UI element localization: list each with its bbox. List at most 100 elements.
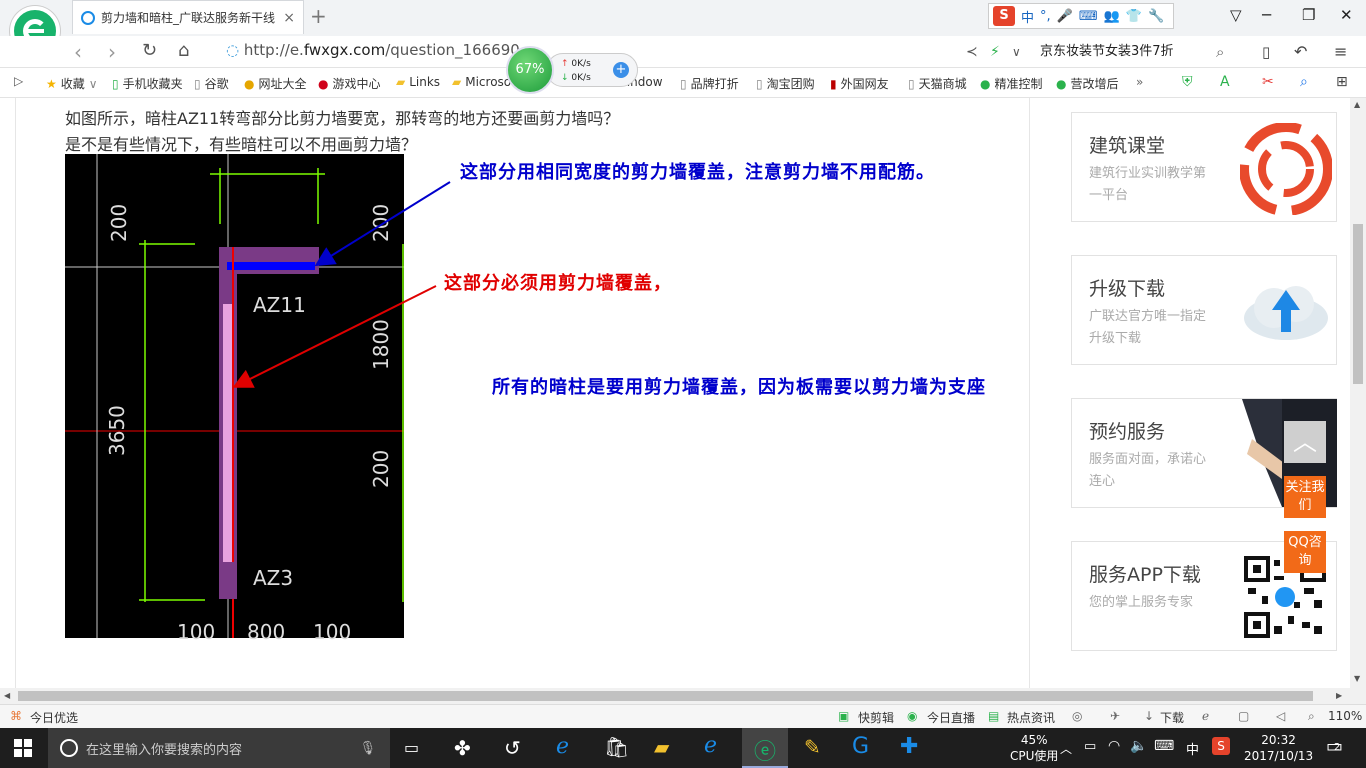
back-icon[interactable]: ‹ [74,40,82,64]
cpu-usage[interactable]: 45% CPU使用 [1010,732,1058,764]
vertical-scrollbar[interactable]: ▲ ▼ [1350,98,1366,704]
sidebar-toggle-icon[interactable]: ▷ [14,74,23,88]
mute-icon[interactable]: ◁ [1276,709,1285,723]
edge-icon[interactable]: ℯ [556,734,569,759]
shirt-skin-icon[interactable]: ▽ [1230,6,1242,24]
speed-icon[interactable]: ◎ [1072,709,1082,723]
address-input[interactable]: ◌ http://e.fwxgx.com/question_166690 [226,41,520,59]
bookmark-item[interactable]: ▰ Microso [452,75,511,89]
clock[interactable]: 20:32 2017/10/13 [1244,732,1313,764]
volume-icon[interactable]: 🔈 [1130,738,1147,754]
fan-app-icon[interactable]: ✤ [454,736,471,760]
swirl-app-icon[interactable]: ↺ [504,736,521,760]
undo-icon[interactable]: ↶ [1294,42,1307,61]
zoom-tool-icon[interactable]: ⌕ [1300,74,1308,90]
translate-icon[interactable]: A [1220,74,1230,90]
chevron-down-icon[interactable]: ∨ [1012,45,1021,59]
scroll-thumb[interactable] [1353,224,1363,384]
search-icon[interactable]: ⌕ [1216,43,1224,61]
bookmark-label: Microso [465,75,512,89]
scroll-up-icon[interactable]: ▲ [1354,100,1360,109]
horizontal-scrollbar[interactable]: ◀ ▶ [0,688,1350,704]
battery-icon[interactable]: ▭ [1084,739,1096,754]
shield-icon[interactable]: ⛨ [1182,74,1193,90]
mic-icon[interactable]: 🎤 [1057,9,1073,24]
zoom-level[interactable]: 110% [1328,709,1362,723]
keyboard-icon[interactable]: ⌨ [1154,738,1174,754]
bookmark-item[interactable]: ▯ 品牌打折 [680,75,739,92]
windows-start-icon[interactable] [14,739,32,757]
new-tab-button[interactable]: + [310,4,327,28]
bookmark-item[interactable]: ● 精准控制 [980,75,1043,92]
wrench-icon[interactable]: 🔧 [1148,9,1164,24]
tray-chevron-icon[interactable]: ︿ [1060,740,1072,757]
wifi-icon[interactable]: ◠ [1108,738,1120,754]
follow-us-button[interactable]: 关注我们 [1284,476,1326,518]
qq-consult-button[interactable]: QQ咨询 [1284,531,1326,573]
bookmark-item[interactable]: ▮ 外国网友 [830,75,889,92]
download-link[interactable]: 下载 [1160,709,1184,726]
bookmark-label: 营改增后 [1070,77,1119,91]
bookmark-item[interactable]: ▯ 淘宝团购 [756,75,815,92]
minimize-icon[interactable]: ─ [1262,6,1271,24]
add-icon[interactable]: + [613,62,629,78]
network-speed-widget[interactable]: ↑ 0K/s ↓ 0K/s + 67% [506,46,638,94]
bookmark-item[interactable]: ▰ Links [396,75,440,89]
store-icon[interactable]: 🛍 [604,735,629,759]
refresh-icon[interactable]: ↻ [142,40,157,61]
back-to-top-button[interactable]: ︿ [1284,421,1326,463]
grid-icon[interactable]: ⊞ [1336,74,1348,90]
user-icon[interactable]: 👥 [1104,9,1120,24]
bookmark-item[interactable]: ● 营改增后 [1056,75,1119,92]
glodon-app-icon[interactable]: G [852,734,869,759]
restore-icon[interactable]: ❐ [1302,6,1315,24]
sidebar-card-course[interactable]: 建筑课堂 建筑行业实训教学第一平台 [1071,112,1337,222]
ime-punct[interactable]: °, [1040,9,1051,24]
search-input[interactable]: 京东妆装节女装3件7折 [1040,40,1240,64]
scissors-icon[interactable]: ✂ [1262,74,1274,90]
close-icon[interactable]: ✕ [1340,6,1353,24]
shirt-icon[interactable]: 👕 [1126,9,1142,24]
today-picks-link[interactable]: 今日优选 [30,709,78,726]
ime-indicator[interactable]: 中 [1186,739,1199,758]
bookmark-item[interactable]: ★ 收藏 ∨ [46,75,98,92]
share-icon[interactable]: ≺ [966,44,978,60]
sogou-tray-icon[interactable]: S [1212,737,1230,755]
bookmark-item[interactable]: ● 游戏中心 [318,75,381,92]
ime-toolbar[interactable]: S 中 °, 🎤 ⌨ 👥 👕 🔧 [988,3,1174,29]
blue-arrow [314,181,451,267]
scroll-down-icon[interactable]: ▼ [1354,674,1360,683]
lightning-icon[interactable]: ⚡ [990,44,1000,60]
bookmark-item[interactable]: ● 网址大全 [244,75,307,92]
browser-tab[interactable]: 剪力墙和暗柱_广联达服务新干线 × [72,0,304,34]
forward-icon[interactable]: › [108,40,116,64]
microphone-icon[interactable]: 🎙 [359,741,376,756]
taskbar-search[interactable]: 在这里输入你要搜索的内容 🎙 [48,728,390,768]
scroll-left-icon[interactable]: ◀ [4,691,10,700]
browser-app-icon[interactable]: ⓔ [754,734,776,766]
more-bookmarks-icon[interactable]: » [1136,75,1143,89]
ie-icon[interactable]: ℯ [704,733,717,758]
window-icon[interactable]: ▢ [1238,709,1249,723]
keyboard-icon[interactable]: ⌨ [1079,9,1098,24]
plus-app-icon[interactable]: ✚ [900,734,918,759]
bookmark-item[interactable]: ▯ 手机收藏夹 [112,75,183,92]
scroll-right-icon[interactable]: ▶ [1336,691,1342,700]
notes-app-icon[interactable]: ✎ [804,735,821,759]
mobile-icon[interactable]: ▯ [1262,43,1270,61]
ime-mode[interactable]: 中 [1021,7,1034,26]
task-view-icon[interactable]: ▭ [404,738,419,757]
status-item[interactable]: 快剪辑 [858,709,894,726]
status-item[interactable]: 热点资讯 [1007,709,1055,726]
bookmark-item[interactable]: ▯ 天猫商城 [908,75,967,92]
pin-icon[interactable]: ✈ [1110,709,1120,723]
bookmark-item[interactable]: ▯ 谷歌 [194,75,229,92]
home-icon[interactable]: ⌂ [178,40,189,61]
menu-icon[interactable]: ≡ [1334,42,1347,61]
status-item[interactable]: 今日直播 [927,709,975,726]
tab-close-icon[interactable]: × [283,10,295,26]
sidebar-card-download[interactable]: 升级下载 广联达官方唯一指定升级下载 [1071,255,1337,365]
scroll-thumb[interactable] [18,691,1313,701]
file-explorer-icon[interactable]: ▰ [654,735,669,759]
ie-mode-icon[interactable]: ℯ [1202,709,1209,723]
